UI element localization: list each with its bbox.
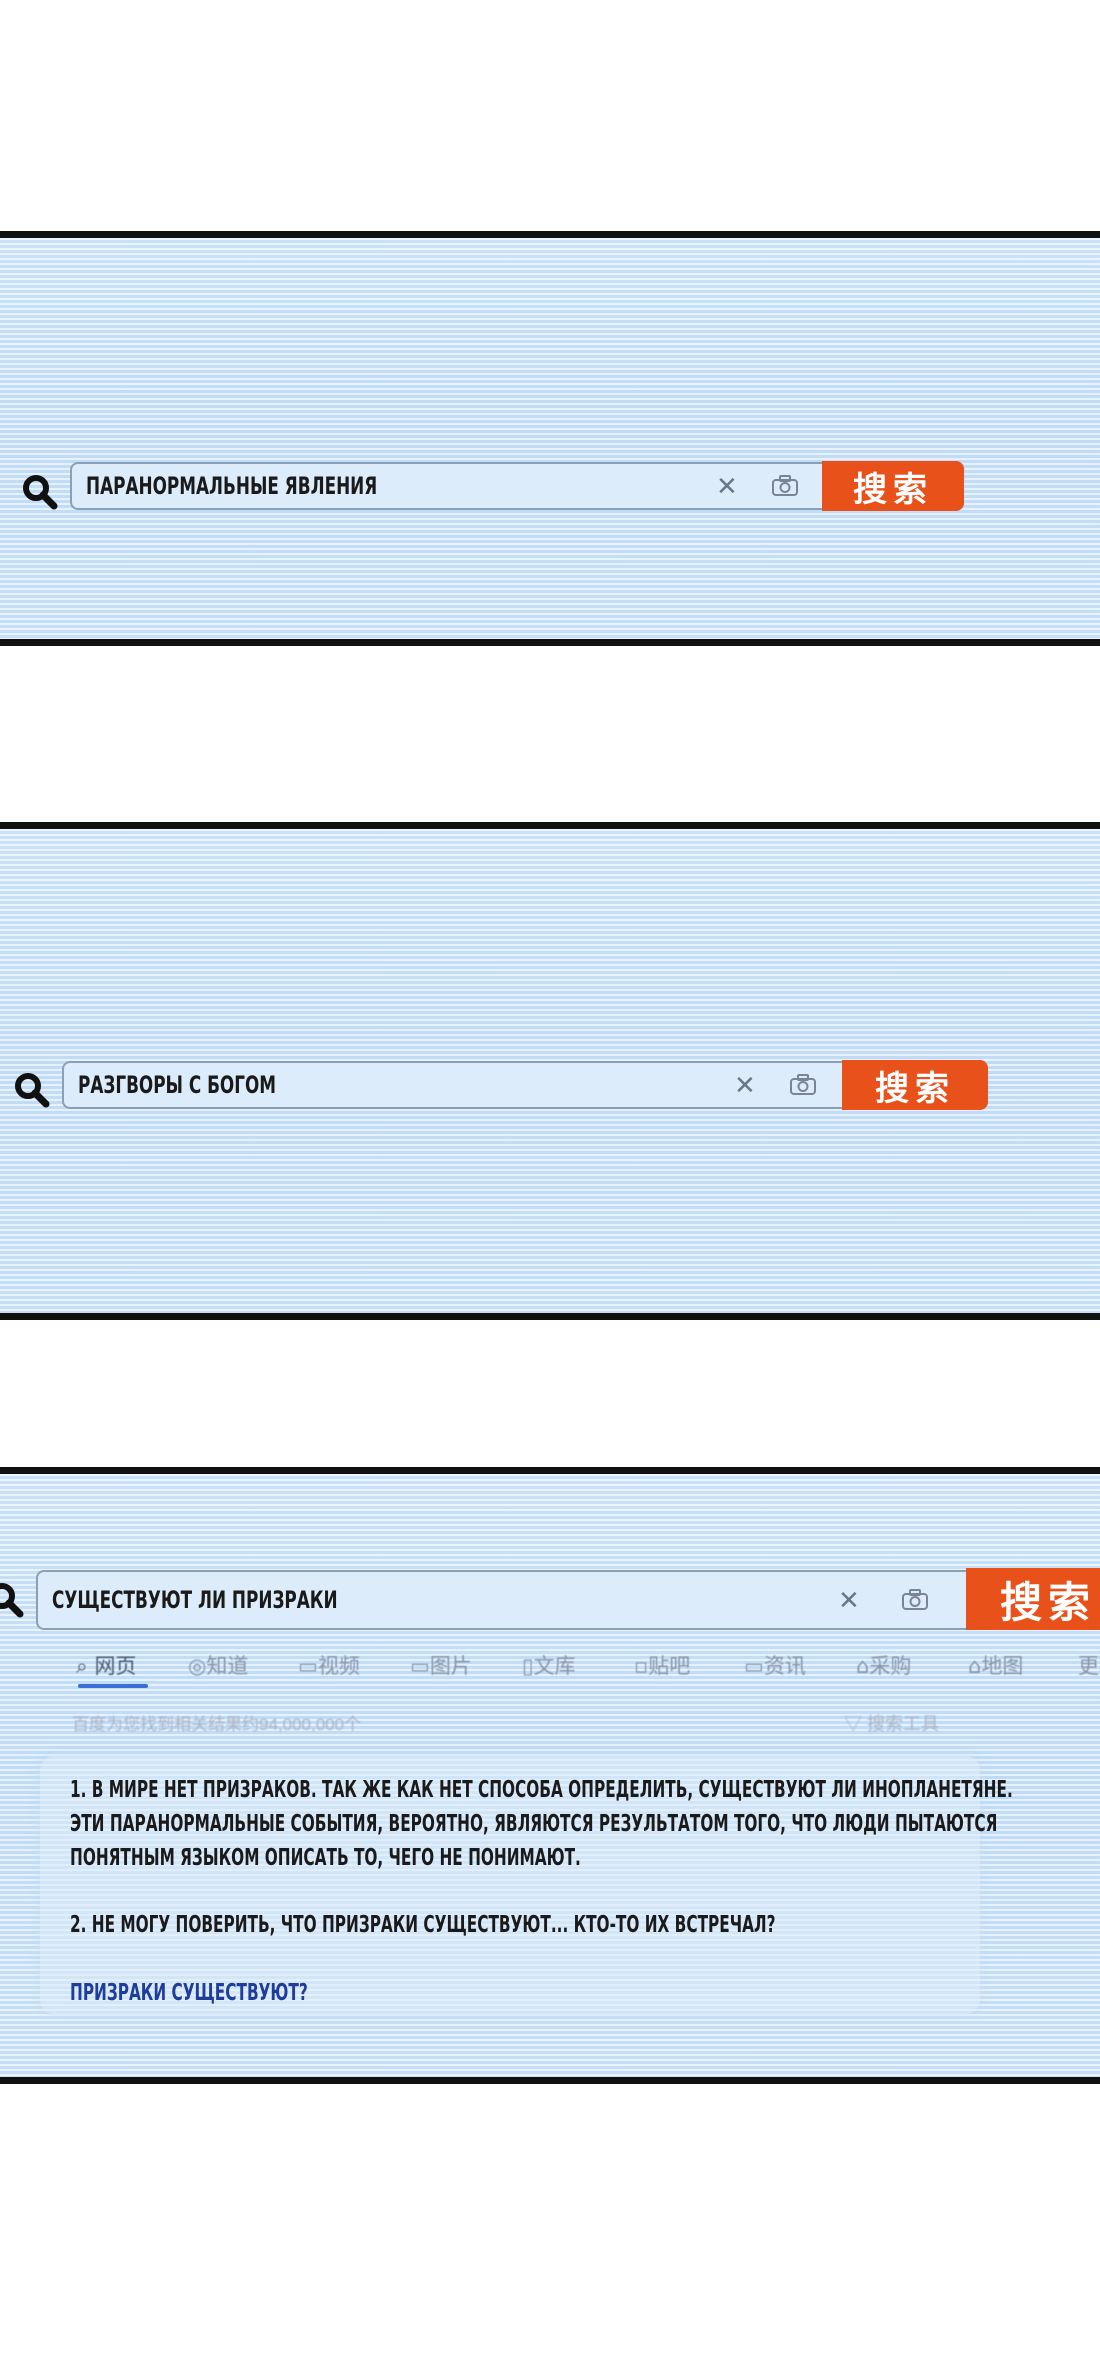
search-query-text: РАЗГВОРЫ С БОГОМ (78, 1071, 277, 1099)
tab-zhidao[interactable]: ◎知道 (188, 1650, 248, 1680)
active-tab-underline (78, 1684, 148, 1688)
camera-icon[interactable] (770, 474, 800, 498)
tab-tieba[interactable]: ▫贴吧 (634, 1650, 690, 1680)
result-line: ПОНЯТНЫМ ЯЗЫКОМ ОПИСАТЬ ТО, ЧЕГО НЕ ПОНИ… (70, 1845, 581, 1871)
clear-icon[interactable]: ✕ (734, 1072, 756, 1098)
tab-wenku[interactable]: ▯文库 (522, 1650, 576, 1680)
tab-web[interactable]: ⌕ 网页 (76, 1650, 136, 1680)
tab-label: 更 (1078, 1654, 1099, 1678)
camera-icon[interactable] (900, 1588, 930, 1612)
tab-shopping[interactable]: ⌂采购 (856, 1650, 911, 1680)
tab-label: 文库 (533, 1654, 576, 1678)
search-input[interactable]: ПАРАНОРМАЛЬНЫЕ ЯВЛЕНИЯ ✕ (70, 462, 824, 510)
search-icon[interactable] (12, 1070, 52, 1110)
clear-icon[interactable]: ✕ (838, 1587, 860, 1613)
search-tools-label: 搜索工具 (867, 1714, 940, 1734)
search-panel-2: РАЗГВОРЫ С БОГОМ ✕ 搜索 (0, 822, 1100, 1320)
search-button[interactable]: 搜索 (822, 461, 964, 511)
tab-map[interactable]: ⌂地图 (968, 1650, 1023, 1680)
tab-images[interactable]: ▭图片 (410, 1650, 472, 1680)
search-icon[interactable] (20, 472, 60, 512)
search-input[interactable]: РАЗГВОРЫ С БОГОМ ✕ (62, 1061, 844, 1109)
tab-news[interactable]: ▭资讯 (744, 1650, 806, 1680)
tab-label: 资讯 (763, 1654, 806, 1678)
tab-label: 图片 (429, 1654, 472, 1678)
camera-icon[interactable] (788, 1073, 818, 1097)
search-button[interactable]: 搜索 (842, 1060, 988, 1110)
search-panel-1: ПАРАНОРМАЛЬНЫЕ ЯВЛЕНИЯ ✕ 搜索 (0, 231, 1100, 646)
tab-label: 采购 (869, 1654, 912, 1678)
tab-label: 地图 (981, 1654, 1024, 1678)
search-panel-3: СУЩЕСТВУЮТ ЛИ ПРИЗРАКИ ✕ 搜索 ⌕ 网页 ◎知道 ▭视频… (0, 1467, 1100, 2084)
result-link[interactable]: ПРИЗРАКИ СУЩЕСТВУЮТ? (70, 1980, 308, 2006)
tab-more[interactable]: 更 (1078, 1650, 1099, 1680)
search-query-text: СУЩЕСТВУЮТ ЛИ ПРИЗРАКИ (52, 1586, 338, 1614)
tab-label: 贴吧 (648, 1654, 691, 1678)
search-query-text: ПАРАНОРМАЛЬНЫЕ ЯВЛЕНИЯ (86, 472, 378, 500)
result-line: 1. В МИРЕ НЕТ ПРИЗРАКОВ. ТАК ЖЕ КАК НЕТ … (70, 1777, 1013, 1803)
result-line: 2. НЕ МОГУ ПОВЕРИТЬ, ЧТО ПРИЗРАКИ СУЩЕСТ… (70, 1912, 776, 1938)
tab-video[interactable]: ▭视频 (298, 1650, 360, 1680)
result-line: ЭТИ ПАРАНОРМАЛЬНЫЕ СОБЫТИЯ, ВЕРОЯТНО, ЯВ… (70, 1811, 998, 1837)
tab-label: 网页 (94, 1654, 137, 1678)
search-button[interactable]: 搜索 (966, 1568, 1100, 1630)
tab-label: 视频 (317, 1654, 360, 1678)
search-tools-button[interactable]: ▽ 搜索工具 (844, 1710, 939, 1736)
result-count: 百度为您找到相关结果约94,000,000个 (72, 1715, 362, 1734)
clear-icon[interactable]: ✕ (716, 473, 738, 499)
tab-label: 知道 (206, 1654, 249, 1678)
search-icon[interactable] (0, 1580, 26, 1620)
search-input[interactable]: СУЩЕСТВУЮТ ЛИ ПРИЗРАКИ ✕ (36, 1570, 968, 1630)
